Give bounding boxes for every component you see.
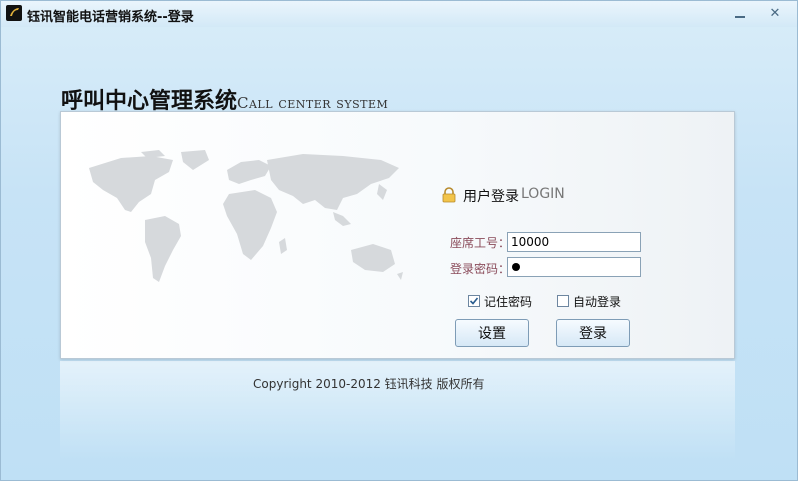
agent-id-input[interactable]: [507, 232, 641, 252]
login-heading-en: LOGIN: [521, 186, 565, 202]
auto-login-label: 自动登录: [573, 295, 622, 309]
system-title-en: Call center system: [237, 94, 389, 112]
title-bar[interactable]: 钰讯智能电话营销系统--登录 ✕: [1, 1, 797, 27]
remember-password-label: 记住密码: [484, 295, 533, 309]
remember-password-checkbox[interactable]: [468, 295, 480, 307]
settings-button[interactable]: 设置: [455, 319, 529, 347]
window-title: 钰讯智能电话营销系统--登录: [27, 10, 194, 25]
copyright-text: Copyright 2010-2012 钰讯科技 版权所有: [253, 377, 485, 391]
close-button[interactable]: ✕: [764, 6, 786, 22]
minimize-icon: [735, 16, 745, 18]
auto-login-checkbox[interactable]: [557, 295, 569, 307]
password-label: 登录密码：: [450, 262, 511, 276]
phone-app-icon: [6, 5, 22, 21]
password-input[interactable]: [507, 257, 641, 277]
login-heading-cn: 用户登录: [463, 189, 519, 205]
login-panel: 用户登录 LOGIN 座席工号： 登录密码： 记住密码 自动登录 设置 登录: [60, 111, 735, 359]
minimize-button[interactable]: [729, 6, 751, 22]
login-window: 钰讯智能电话营销系统--登录 ✕ 呼叫中心管理系统Call center sys…: [0, 0, 798, 481]
world-map-image: [89, 150, 403, 282]
checkmark-icon: [469, 297, 479, 305]
lock-icon: [442, 187, 456, 203]
agent-id-label: 座席工号：: [450, 236, 511, 250]
close-icon: ✕: [769, 6, 781, 21]
password-mask-dot: [512, 263, 520, 271]
login-button[interactable]: 登录: [556, 319, 630, 347]
